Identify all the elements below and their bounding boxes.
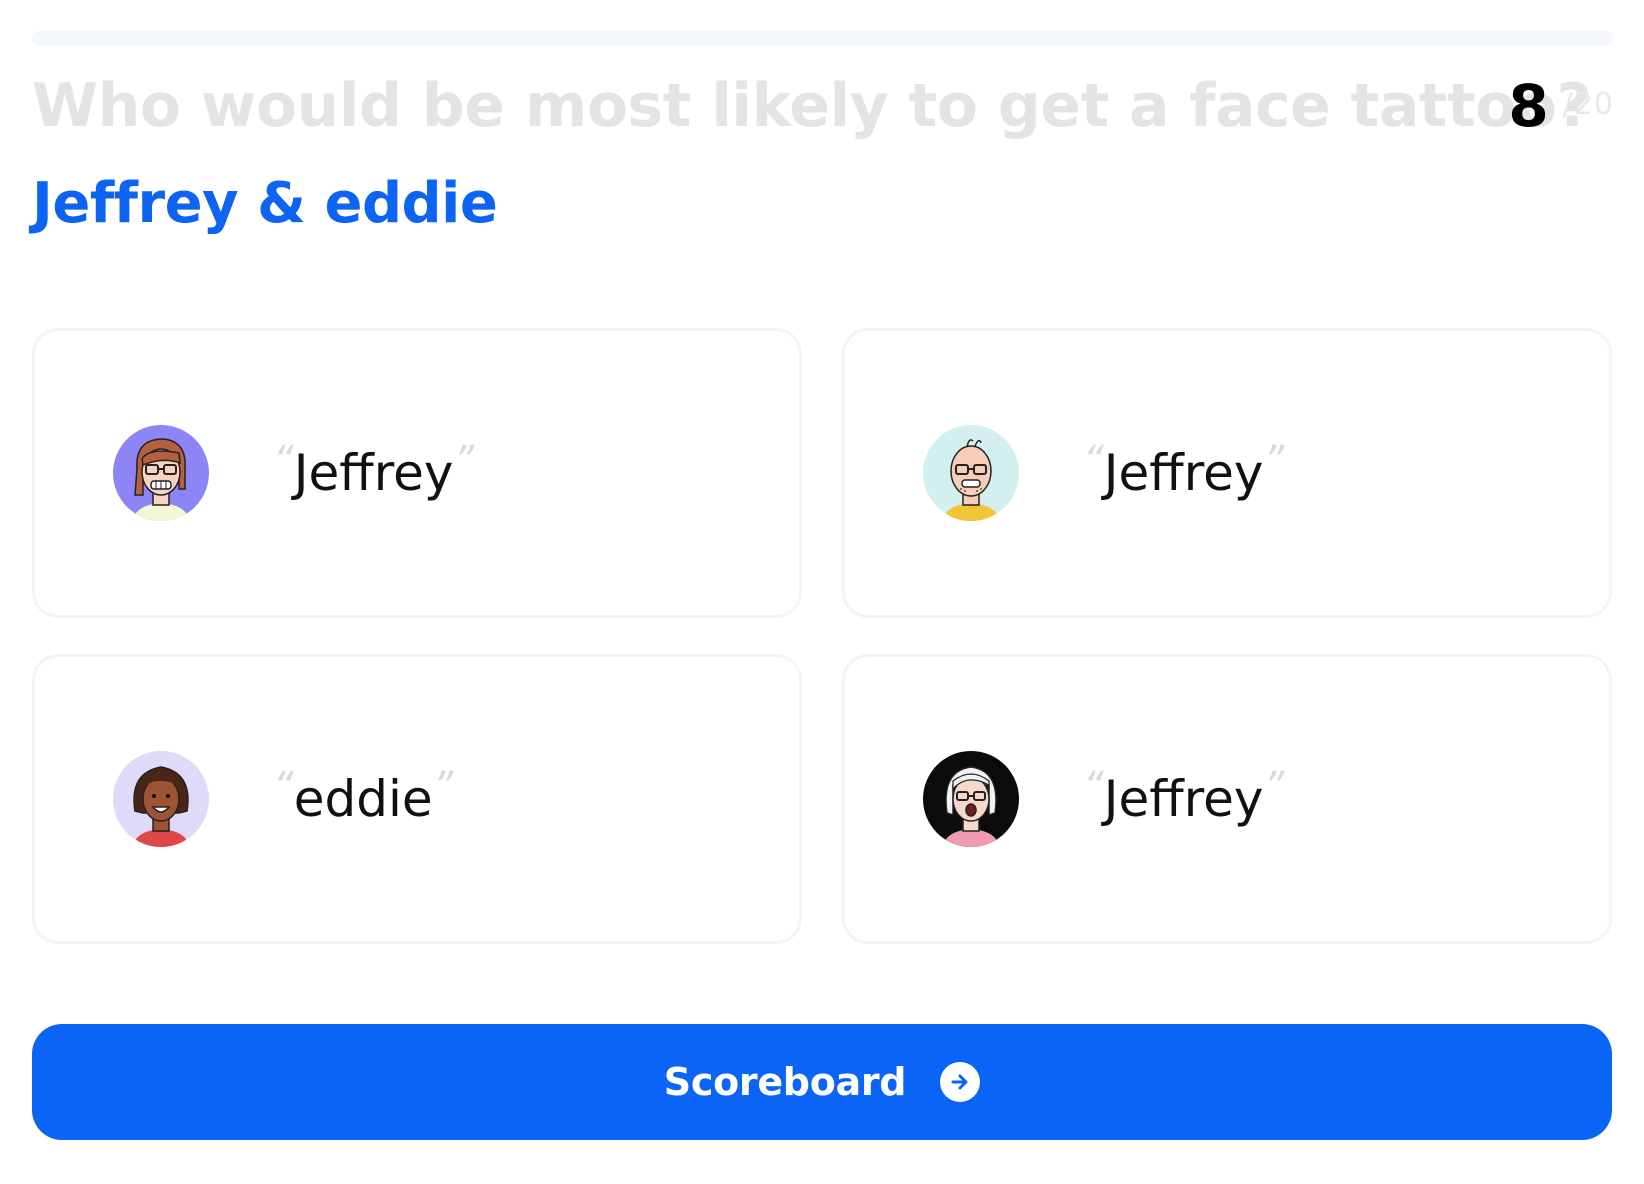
open-quote: “ — [273, 764, 294, 810]
avatar-icon — [113, 425, 209, 521]
progress-bar — [32, 31, 1612, 45]
guess-name: Jeffrey — [1103, 770, 1264, 828]
player-answer-card: “ eddie ” — [32, 654, 802, 944]
close-quote: ” — [453, 438, 475, 484]
answer-cards: “ Jeffrey ” “ Jeffrey ” “ eddie ” “ Jeff… — [32, 328, 1612, 944]
player-answer-card: “ Jeffrey ” — [842, 654, 1612, 944]
player-guess: “ Jeffrey ” — [1083, 438, 1285, 503]
guess-name: Jeffrey — [1103, 444, 1264, 502]
total-questions: /20 — [1562, 86, 1614, 122]
close-quote: ” — [1263, 438, 1285, 484]
close-quote: ” — [432, 764, 454, 810]
arrow-right-circle-icon — [940, 1062, 981, 1102]
player-answer-card: “ Jeffrey ” — [32, 328, 802, 618]
scoreboard-button-label: Scoreboard — [663, 1060, 907, 1104]
open-quote: “ — [1083, 438, 1104, 484]
player-answer-card: “ Jeffrey ” — [842, 328, 1612, 618]
close-quote: ” — [1263, 764, 1285, 810]
scoreboard-button[interactable]: Scoreboard — [32, 1024, 1612, 1140]
question-counter: 8 /20 — [1508, 66, 1614, 146]
avatar-icon — [923, 751, 1019, 847]
open-quote: “ — [273, 438, 294, 484]
avatar-icon — [113, 751, 209, 847]
player-guess: “ eddie ” — [273, 764, 454, 829]
answer-heading: Jeffrey & eddie — [32, 171, 498, 236]
guess-name: Jeffrey — [293, 444, 454, 502]
player-guess: “ Jeffrey ” — [1083, 764, 1285, 829]
open-quote: “ — [1083, 764, 1104, 810]
player-guess: “ Jeffrey ” — [273, 438, 475, 503]
guess-name: eddie — [293, 770, 433, 828]
current-question-number: 8 — [1508, 72, 1549, 140]
question-text: Who would be most likely to get a face t… — [32, 71, 1591, 141]
avatar-icon — [923, 425, 1019, 521]
